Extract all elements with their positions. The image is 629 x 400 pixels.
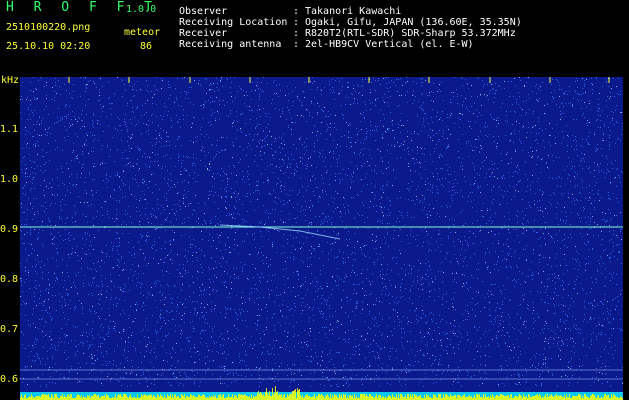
meteor-count: 86 xyxy=(140,41,153,52)
y-axis-unit: kHz xyxy=(1,75,20,86)
info-label-location: Receiving Location xyxy=(179,17,288,28)
y-tick-label: 0.8 xyxy=(0,274,19,285)
y-tick-label: 1.0 xyxy=(0,174,19,185)
hrofft-window: H R O F F T 1.0.0 2510100220.png meteor … xyxy=(0,0,629,400)
app-version: 1.0.0 xyxy=(126,4,157,15)
meteor-label: meteor xyxy=(124,27,161,38)
info-value-location: Ogaki, Gifu, JAPAN (136.60E, 35.35N) xyxy=(305,17,522,28)
info-separator: : xyxy=(293,17,300,28)
info-value-antenna: 2el-HB9CV Vertical (el. E-W) xyxy=(305,39,474,50)
noise-layer xyxy=(20,77,623,387)
info-separator: : xyxy=(293,6,300,17)
y-tick-label: 1.1 xyxy=(0,124,19,135)
info-separator: : xyxy=(293,39,300,50)
capture-datetime: 25.10.10 02:20 xyxy=(6,41,91,52)
info-label-observer: Observer xyxy=(179,6,228,17)
spectrogram-plot xyxy=(20,77,623,400)
y-tick-label: 0.9 xyxy=(0,224,19,235)
info-value-observer: Takanori Kawachi xyxy=(305,6,402,17)
y-tick-label: 0.7 xyxy=(0,324,19,335)
file-name: 2510100220.png xyxy=(6,22,91,33)
spectrogram-canvas xyxy=(20,77,623,400)
info-separator: : xyxy=(293,28,300,39)
info-value-receiver: R820T2(RTL-SDR) SDR-Sharp 53.372MHz xyxy=(305,28,516,39)
y-tick-label: 0.6 xyxy=(0,374,19,385)
level-meter xyxy=(20,386,623,400)
info-label-receiver: Receiver xyxy=(179,28,228,39)
info-label-antenna: Receiving antenna xyxy=(179,39,282,50)
